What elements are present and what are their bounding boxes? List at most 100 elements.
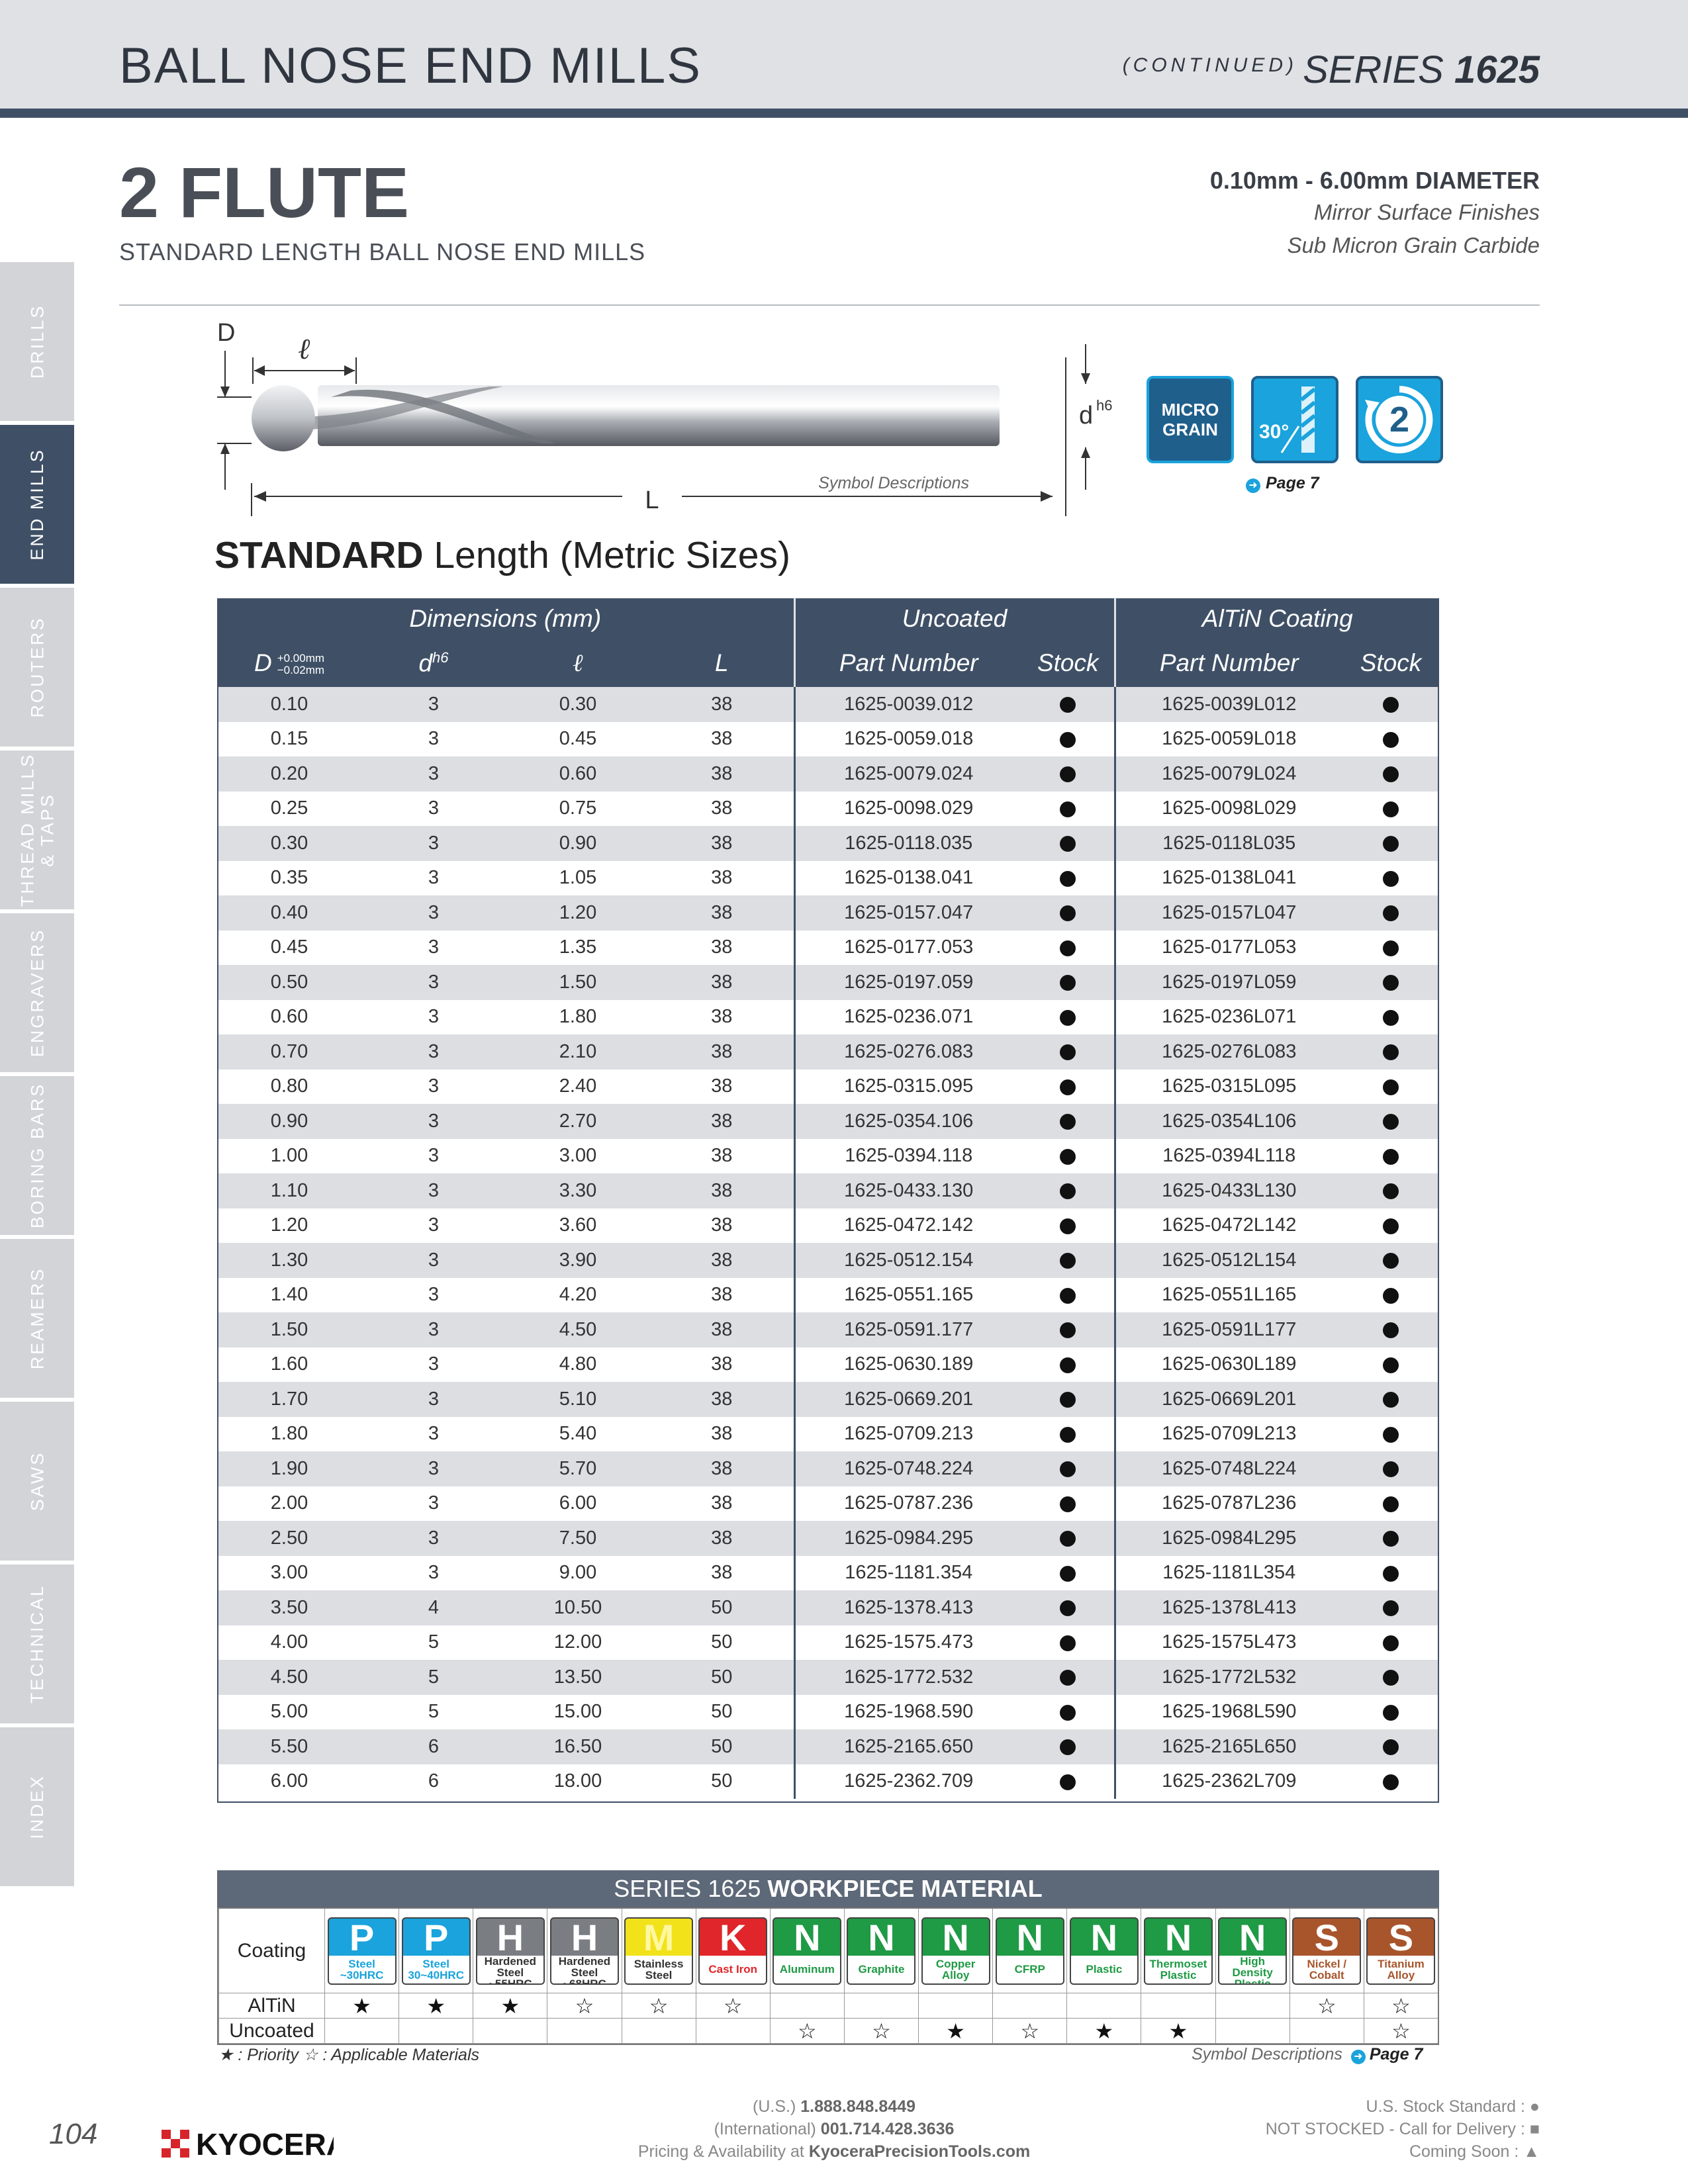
end-mill-drawing: D ℓ L d h6 [217, 319, 1112, 516]
side-tab-boring-bars[interactable]: BORING BARS [0, 1076, 74, 1235]
cell-shank-diameter: 3 [361, 1451, 506, 1486]
material-name: Titanium Alloy [1368, 1955, 1434, 1983]
dim-L-label: L [645, 486, 659, 514]
cell-diameter: 3.50 [217, 1590, 361, 1625]
in-stock-dot-icon [1060, 836, 1076, 852]
cell-uncoated-stock [1022, 895, 1115, 931]
cell-diameter: 2.50 [217, 1521, 361, 1556]
material-rating-cell [769, 1993, 844, 2019]
cell-shank-diameter: 3 [361, 1138, 506, 1173]
side-tab-drills[interactable]: DRILLS [0, 262, 74, 421]
cell-altin-stock [1342, 1416, 1439, 1451]
cell-uncoated-stock [1022, 791, 1115, 826]
symbol-page-link[interactable]: ➜ Page 7 [1246, 474, 1319, 493]
material-cell: S Nickel / Cobalt [1289, 1909, 1364, 1993]
workpiece-material-grid: Coating P Steel ~30HRC P Steel 30~40HRC H Hard… [217, 1907, 1439, 2045]
material-rating-cell [621, 2019, 696, 2044]
cell-altin-stock [1342, 756, 1439, 792]
table-row: 0.70 3 2.10 38 1625-0276.083 1625-0276L083 [217, 1034, 1439, 1069]
cell-uncoated-part: 1625-0472.142 [793, 1208, 1022, 1243]
cell-altin-part: 1625-1181L354 [1113, 1555, 1342, 1590]
in-stock-dot-icon [1060, 1148, 1076, 1165]
table-row: 1.60 3 4.80 38 1625-0630.189 1625-0630L189 [217, 1347, 1439, 1382]
cell-overall-length: 50 [650, 1625, 794, 1660]
in-stock-dot-icon [1060, 975, 1076, 991]
in-stock-dot-icon [1383, 1079, 1399, 1095]
side-tab-technical[interactable]: TECHNICAL [0, 1565, 74, 1723]
cell-uncoated-stock [1022, 1625, 1115, 1660]
side-tab-engravers[interactable]: ENGRAVERS [0, 913, 74, 1072]
side-tab-routers[interactable]: ROUTERS [0, 588, 74, 747]
table-row: 6.00 6 18.00 50 1625-2362.709 1625-2362L709 [217, 1764, 1439, 1799]
cell-uncoated-part: 1625-0591.177 [793, 1312, 1022, 1347]
table-row: 0.30 3 0.90 38 1625-0118.035 1625-0118L035 [217, 826, 1439, 861]
table-row: 1.10 3 3.30 38 1625-0433.130 1625-0433L130 [217, 1173, 1439, 1208]
cell-uncoated-part: 1625-0512.154 [793, 1243, 1022, 1278]
material-cell: N Thermoset Plastic [1141, 1909, 1215, 1993]
cell-flute-length: 1.80 [506, 999, 650, 1034]
in-stock-dot-icon [1383, 766, 1399, 783]
helix-angle-icon: 30° [1251, 376, 1338, 463]
in-stock-dot-icon [1383, 1287, 1399, 1304]
workpiece-title-bold: WORKPIECE MATERIAL [767, 1875, 1043, 1902]
material-letter: K [719, 1917, 747, 1958]
side-tab-end-mills[interactable]: END MILLS [0, 425, 74, 584]
cell-flute-length: 9.00 [506, 1555, 650, 1590]
material-letter: N [794, 1917, 821, 1958]
kyocera-logo-mark: KYOCERA [162, 2127, 348, 2161]
in-stock-dot-icon [1383, 1496, 1399, 1512]
side-tab-index[interactable]: INDEX [0, 1727, 74, 1886]
cell-uncoated-part: 1625-1772.532 [793, 1660, 1022, 1695]
cell-flute-length: 3.60 [506, 1208, 650, 1243]
dim-l-label: ℓ [298, 333, 310, 365]
col-header-uncoated-stock: Stock [1022, 639, 1115, 687]
cell-altin-part: 1625-2362L709 [1113, 1764, 1342, 1799]
material-name: Copper Alloy [922, 1955, 989, 1983]
cell-overall-length: 38 [650, 1277, 794, 1312]
page-title: BALL NOSE END MILLS [119, 38, 702, 94]
table-row: 1.80 3 5.40 38 1625-0709.213 1625-0709L213 [217, 1416, 1439, 1451]
cell-overall-length: 38 [650, 1208, 794, 1243]
side-tab-saws[interactable]: SAWS [0, 1402, 74, 1561]
table-row: 4.50 5 13.50 50 1625-1772.532 1625-1772L532 [217, 1660, 1439, 1695]
cell-altin-part: 1625-1378L413 [1113, 1590, 1342, 1625]
cell-shank-diameter: 3 [361, 1312, 506, 1347]
website-link[interactable]: KyoceraPrecisionTools.com [809, 2142, 1030, 2161]
symbol-descriptions-note: Symbol Descriptions [818, 474, 969, 492]
pricing-label: Pricing & Availability at [637, 2142, 809, 2161]
in-stock-dot-icon [1383, 1670, 1399, 1686]
cell-overall-length: 38 [650, 1069, 794, 1104]
material-letter: N [1090, 1917, 1118, 1958]
material-name: Plastic [1070, 1955, 1137, 1983]
us-phone[interactable]: 1.888.848.8449 [800, 2097, 915, 2116]
material-symbol-link[interactable]: Symbol Descriptions ➜ Page 7 [1192, 2045, 1423, 2064]
material-cell: N Aluminum [769, 1909, 844, 1993]
table-row: 1.90 3 5.70 38 1625-0748.224 1625-0748L224 [217, 1451, 1439, 1486]
in-stock-dot-icon [1383, 1148, 1399, 1165]
cell-shank-diameter: 3 [361, 791, 506, 826]
cell-uncoated-part: 1625-1181.354 [793, 1555, 1022, 1590]
cell-flute-length: 1.05 [506, 860, 650, 895]
material-letter: N [1164, 1917, 1192, 1958]
cell-diameter: 3.00 [217, 1555, 361, 1590]
material-cell: P Steel 30~40HRC [399, 1909, 473, 1993]
cell-altin-part: 1625-0079L024 [1113, 756, 1342, 792]
priority-star-icon: ★ [352, 1993, 371, 2018]
side-tab-thread-mills[interactable]: THREAD MILLS & TAPS [0, 751, 74, 909]
intl-phone[interactable]: 001.714.428.3636 [821, 2120, 955, 2138]
cell-uncoated-stock [1022, 687, 1115, 722]
in-stock-dot-icon [1383, 1392, 1399, 1408]
material-letter: N [1239, 1917, 1266, 1958]
material-rating-cell: ★ [1141, 2019, 1215, 2044]
in-stock-dot-icon [1060, 1426, 1076, 1443]
cell-flute-length: 2.10 [506, 1034, 650, 1069]
feature-mirror-finish: Mirror Surface Finishes [1313, 200, 1540, 224]
material-cell: H Hardened Steel ~55HRC [473, 1909, 547, 1993]
table-row: 0.80 3 2.40 38 1625-0315.095 1625-0315L095 [217, 1069, 1439, 1104]
side-tab-reamers[interactable]: REAMERS [0, 1239, 74, 1398]
cell-altin-part: 1625-1968L590 [1113, 1694, 1342, 1729]
helix-flute-icon [1280, 387, 1316, 453]
cell-shank-diameter: 3 [361, 1486, 506, 1521]
in-stock-dot-icon [1060, 801, 1076, 817]
side-tab-label: TECHNICAL [27, 1584, 47, 1704]
